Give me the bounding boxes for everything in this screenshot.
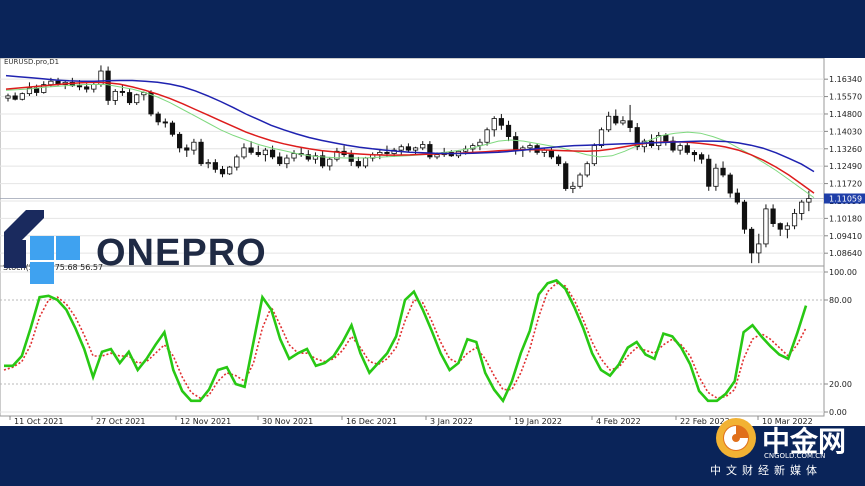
candle [169, 120, 176, 137]
date-label: 30 Nov 2021 [262, 417, 313, 426]
price-tick-label: 1.16340 [829, 75, 862, 84]
price-tick-label: 1.15570 [829, 93, 862, 102]
date-label: 3 Jan 2022 [430, 417, 473, 426]
top-band [0, 0, 865, 58]
onepro-logo: ONEPRO [4, 210, 266, 288]
symbol-label: EURUSD.pro,D1 [4, 58, 59, 66]
candle [105, 66, 111, 105]
price-tick-label: 1.10180 [829, 214, 862, 223]
cngold-mark-icon [716, 418, 756, 458]
stoch-tick-label: 80.00 [829, 296, 852, 305]
stoch-tick-label: 100.00 [829, 268, 857, 277]
current-price-label: 1.11059 [829, 194, 862, 203]
candle [741, 199, 748, 234]
cngold-logo: 中金网 CNGOLD.COM.CN 中文财经新媒体 [708, 416, 858, 480]
date-label: 4 Feb 2022 [596, 417, 641, 426]
cngold-slogan: 中文财经新媒体 [710, 464, 822, 477]
price-tick-label: 1.08640 [829, 249, 862, 258]
cngold-url: CNGOLD.COM.CN [764, 452, 826, 460]
onepro-wordmark: ONEPRO [96, 232, 267, 274]
price-tick-label: 1.14800 [829, 110, 862, 119]
price-tick-label: 1.13260 [829, 145, 862, 154]
stoch-tick-label: 20.00 [829, 380, 852, 389]
candle [577, 172, 583, 189]
candle [591, 143, 597, 166]
candle [584, 161, 590, 178]
onepro-mark-icon [4, 210, 80, 284]
candle [763, 204, 769, 248]
price-tick-label: 1.09410 [829, 232, 862, 241]
price-tick-label: 1.11720 [829, 180, 862, 189]
date-label: 11 Oct 2021 [14, 417, 63, 426]
candle [706, 154, 712, 191]
price-tick-label: 1.14030 [829, 127, 862, 136]
candle [227, 165, 233, 175]
date-label: 12 Nov 2021 [180, 417, 231, 426]
candle [563, 161, 569, 191]
date-label: 27 Oct 2021 [96, 417, 145, 426]
date-label: 16 Dec 2021 [346, 417, 397, 426]
candle [19, 92, 25, 101]
date-label: 19 Jan 2022 [514, 417, 562, 426]
candle [198, 138, 204, 166]
price-tick-label: 1.12490 [829, 162, 862, 171]
